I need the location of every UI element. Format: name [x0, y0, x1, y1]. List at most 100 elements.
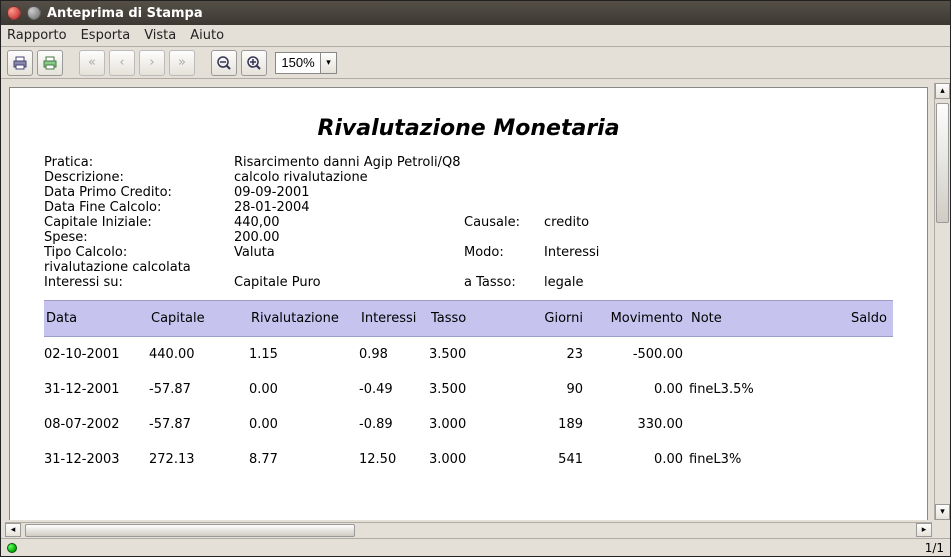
meta-modo-value: Interessi — [544, 245, 664, 260]
cell-interessi: 0.98 — [359, 347, 429, 362]
meta-data-fine-calcolo-label: Data Fine Calcolo: — [44, 200, 234, 215]
printer-icon — [12, 55, 28, 71]
table-body: 02-10-2001440.001.150.983.50023-500.00 31… — [44, 337, 893, 477]
last-page-button[interactable]: » — [169, 50, 195, 76]
cell-tasso: 3.500 — [429, 382, 499, 397]
v-scroll-thumb[interactable] — [936, 103, 949, 223]
col-data: Data — [44, 311, 149, 326]
meta-tasso-value: legale — [544, 275, 664, 290]
horizontal-scrollbar[interactable]: ◂ ▸ — [5, 522, 932, 538]
prev-page-button[interactable]: ‹ — [109, 50, 135, 76]
meta-spese-value: 200.00 — [234, 230, 664, 245]
cell-giorni: 541 — [499, 452, 589, 467]
cell-data: 31-12-2003 — [44, 452, 149, 467]
cell-capitale: 440.00 — [149, 347, 249, 362]
cell-saldo — [809, 452, 893, 467]
meta-spese-label: Spese: — [44, 230, 234, 245]
titlebar: Anteprima di Stampa — [1, 1, 950, 25]
next-page-button[interactable]: › — [139, 50, 165, 76]
chevron-left-icon: ‹ — [119, 55, 124, 70]
meta-tipo-calcolo-value: Valuta — [234, 245, 464, 260]
cell-saldo — [809, 417, 893, 432]
cell-data: 02-10-2001 — [44, 347, 149, 362]
minimize-icon[interactable] — [27, 6, 41, 20]
cell-note — [689, 347, 809, 362]
menu-rapporto[interactable]: Rapporto — [7, 28, 67, 43]
cell-movimento: -500.00 — [589, 347, 689, 362]
cell-capitale: -57.87 — [149, 417, 249, 432]
chevron-down-icon: ▾ — [326, 58, 331, 68]
printer-page-icon — [42, 55, 58, 71]
col-rivalutazione: Rivalutazione — [249, 311, 359, 326]
double-chevron-right-icon: » — [178, 55, 186, 70]
cell-movimento: 0.00 — [589, 452, 689, 467]
meta-modo-label: Modo: — [464, 245, 544, 260]
col-saldo: Saldo — [809, 311, 893, 326]
zoom-out-icon — [216, 55, 232, 71]
meta-tasso-label: a Tasso: — [464, 275, 544, 290]
zoom-out-button[interactable] — [211, 50, 237, 76]
col-interessi: Interessi — [359, 311, 429, 326]
print-button[interactable] — [7, 50, 33, 76]
meta-pratica-value: Risarcimento danni Agip Petroli/Q8 — [234, 155, 664, 170]
cell-tasso: 3.000 — [429, 452, 499, 467]
report-meta: Pratica: Risarcimento danni Agip Petroli… — [44, 155, 893, 290]
meta-causale-label: Causale: — [464, 215, 544, 230]
meta-causale-value: credito — [544, 215, 664, 230]
cell-rivalutazione: 0.00 — [249, 382, 359, 397]
cell-giorni: 90 — [499, 382, 589, 397]
h-scroll-thumb[interactable] — [25, 524, 355, 537]
meta-data-primo-credito-label: Data Primo Credito: — [44, 185, 234, 200]
cell-giorni: 189 — [499, 417, 589, 432]
first-page-button[interactable]: « — [79, 50, 105, 76]
scroll-up-arrow[interactable]: ▴ — [935, 83, 950, 99]
close-icon[interactable] — [7, 6, 21, 20]
scroll-right-arrow[interactable]: ▸ — [916, 523, 932, 537]
table-row: 08-07-2002-57.870.00-0.893.000189330.00 — [44, 407, 893, 442]
menu-vista[interactable]: Vista — [144, 28, 176, 43]
cell-capitale: 272.13 — [149, 452, 249, 467]
scroll-left-arrow[interactable]: ◂ — [5, 523, 21, 537]
zoom-combo[interactable]: ▾ — [275, 52, 337, 74]
col-movimento: Movimento — [589, 311, 689, 326]
scroll-corner — [934, 522, 950, 538]
zoom-in-button[interactable] — [241, 50, 267, 76]
page-indicator: 1/1 — [925, 541, 944, 555]
cell-note: fineL3.5% — [689, 382, 809, 397]
toolbar: « ‹ › » ▾ — [1, 47, 950, 79]
zoom-input[interactable] — [276, 53, 320, 73]
cell-rivalutazione: 8.77 — [249, 452, 359, 467]
zoom-dropdown[interactable]: ▾ — [320, 53, 336, 73]
scroll-down-arrow[interactable]: ▾ — [935, 504, 950, 520]
page-setup-button[interactable] — [37, 50, 63, 76]
vertical-scrollbar[interactable]: ▴ ▾ — [934, 83, 950, 520]
page-scroll-area[interactable]: Rivalutazione Monetaria Pratica: Risarci… — [5, 83, 932, 520]
meta-descrizione-label: Descrizione: — [44, 170, 234, 185]
meta-pratica-label: Pratica: — [44, 155, 234, 170]
col-tasso: Tasso — [429, 311, 499, 326]
zoom-in-icon — [246, 55, 262, 71]
meta-data-primo-credito-value: 09-09-2001 — [234, 185, 664, 200]
cell-rivalutazione: 0.00 — [249, 417, 359, 432]
cell-saldo — [809, 382, 893, 397]
cell-giorni: 23 — [499, 347, 589, 362]
table-row: 02-10-2001440.001.150.983.50023-500.00 — [44, 337, 893, 372]
meta-tipo-calcolo-label: Tipo Calcolo: — [44, 245, 234, 260]
meta-interessi-su-label: Interessi su: — [44, 275, 234, 290]
meta-descrizione-value: calcolo rivalutazione — [234, 170, 664, 185]
cell-interessi: 12.50 — [359, 452, 429, 467]
menu-aiuto[interactable]: Aiuto — [190, 28, 224, 43]
window-title: Anteprima di Stampa — [47, 6, 203, 21]
cell-saldo — [809, 347, 893, 362]
report-page: Rivalutazione Monetaria Pratica: Risarci… — [9, 87, 928, 520]
cell-data: 31-12-2001 — [44, 382, 149, 397]
cell-note: fineL3% — [689, 452, 809, 467]
preview-viewport: Rivalutazione Monetaria Pratica: Risarci… — [1, 79, 950, 538]
cell-interessi: -0.89 — [359, 417, 429, 432]
cell-movimento: 0.00 — [589, 382, 689, 397]
menu-esporta[interactable]: Esporta — [81, 28, 131, 43]
meta-data-fine-calcolo-value: 28-01-2004 — [234, 200, 664, 215]
table-header: Data Capitale Rivalutazione Interessi Ta… — [44, 300, 893, 337]
double-chevron-left-icon: « — [88, 55, 96, 70]
cell-interessi: -0.49 — [359, 382, 429, 397]
